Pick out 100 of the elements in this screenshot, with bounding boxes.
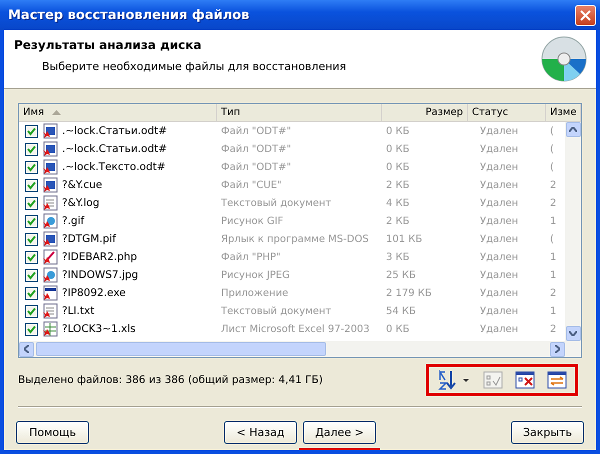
column-header[interactable]: Изме bbox=[546, 104, 581, 121]
deleted-file-icon bbox=[42, 249, 58, 265]
file-checkbox[interactable] bbox=[25, 142, 38, 156]
scroll-down-icon[interactable] bbox=[569, 331, 577, 336]
file-checkbox[interactable] bbox=[25, 304, 38, 318]
close-icon bbox=[580, 10, 591, 20]
file-modified: 1 bbox=[549, 216, 556, 226]
disc-icon bbox=[540, 35, 588, 83]
file-size: 54 КБ bbox=[385, 306, 417, 316]
back-button[interactable]: < Назад bbox=[224, 421, 297, 444]
file-checkbox[interactable] bbox=[25, 160, 38, 174]
file-name: ?LOCK3~1.xls bbox=[62, 323, 136, 335]
uncheck-list-button[interactable] bbox=[515, 371, 535, 389]
file-name: .~lock.Тексто.odt# bbox=[62, 161, 166, 173]
sort-button[interactable] bbox=[437, 370, 471, 390]
deleted-file-icon bbox=[42, 285, 58, 301]
file-type: Файл "ODT#" bbox=[220, 144, 292, 154]
file-status: Удален bbox=[479, 180, 520, 190]
file-modified: ( bbox=[549, 126, 555, 136]
file-name: ?DTGM.pif bbox=[62, 233, 116, 245]
file-status: Удален bbox=[479, 198, 520, 208]
file-status: Удален bbox=[479, 126, 520, 136]
scroll-left-icon[interactable] bbox=[24, 345, 29, 353]
file-checkbox[interactable] bbox=[25, 214, 38, 228]
file-name: ?INDOWS7.jpg bbox=[62, 269, 138, 281]
file-size: 0 КБ bbox=[385, 144, 411, 154]
file-status: Удален bbox=[479, 288, 520, 298]
deleted-file-icon bbox=[42, 177, 58, 193]
file-checkbox[interactable] bbox=[25, 124, 38, 138]
file-size: 2 КБ bbox=[385, 180, 411, 190]
file-type: Лист Microsoft Excel 97-2003 bbox=[220, 324, 371, 334]
file-checkbox[interactable] bbox=[25, 250, 38, 264]
deleted-file-icon bbox=[42, 159, 58, 175]
check-list-button[interactable] bbox=[483, 371, 503, 389]
file-size: 3 КБ bbox=[385, 252, 411, 262]
next-button[interactable]: Далее > bbox=[303, 421, 376, 444]
column-header[interactable]: Статус bbox=[468, 104, 546, 121]
close-button[interactable] bbox=[575, 4, 596, 26]
file-status: Удален bbox=[479, 324, 520, 334]
file-status: Удален bbox=[479, 162, 520, 172]
vertical-scrollbar[interactable] bbox=[565, 122, 581, 341]
file-type: Ярлык к программе MS-DOS bbox=[220, 234, 370, 244]
horizontal-scrollbar[interactable] bbox=[19, 341, 581, 357]
file-name: ?&Y.log bbox=[62, 197, 100, 209]
file-type: Рисунок JPEG bbox=[220, 270, 291, 280]
file-size: 0 КБ bbox=[385, 126, 411, 136]
file-status: Удален bbox=[479, 306, 520, 316]
file-modified: 2 bbox=[549, 198, 556, 208]
file-name: ?LI.txt bbox=[62, 305, 94, 317]
scroll-right-icon[interactable] bbox=[555, 345, 560, 353]
file-modified: 2 bbox=[549, 180, 556, 190]
file-modified: 1 bbox=[549, 306, 556, 316]
file-type: Файл "PHP" bbox=[220, 252, 282, 262]
file-size: 2 179 КБ bbox=[385, 288, 433, 298]
file-name: .~lock.Статьи.odt# bbox=[62, 143, 168, 155]
page-subtitle: Выберите необходимые файлы для восстановления bbox=[42, 60, 346, 73]
file-type: Файл "ODT#" bbox=[220, 162, 292, 172]
file-type: Текстовый документ bbox=[220, 198, 332, 208]
page-title: Результаты анализа диска bbox=[14, 38, 203, 52]
column-header[interactable]: Размер bbox=[382, 104, 468, 121]
deleted-file-icon bbox=[42, 321, 58, 337]
window-title: Мастер восстановления файлов bbox=[8, 8, 250, 22]
deleted-file-icon bbox=[42, 195, 58, 211]
file-modified: ( bbox=[549, 144, 555, 154]
file-modified: 1 bbox=[549, 252, 556, 262]
file-size: 2 КБ bbox=[385, 216, 411, 226]
file-size: 0 КБ bbox=[385, 324, 411, 334]
file-status: Удален bbox=[479, 252, 520, 262]
file-size: 4 КБ bbox=[385, 198, 411, 208]
file-size: 25 КБ bbox=[385, 270, 417, 280]
file-type: Текстовый документ bbox=[220, 306, 332, 316]
help-button[interactable]: Помощь bbox=[16, 421, 89, 444]
file-checkbox[interactable] bbox=[25, 178, 38, 192]
file-checkbox[interactable] bbox=[25, 232, 38, 246]
file-checkbox[interactable] bbox=[25, 322, 38, 336]
file-status: Удален bbox=[479, 144, 520, 154]
deleted-file-icon bbox=[42, 303, 58, 319]
file-checkbox[interactable] bbox=[25, 286, 38, 300]
close-button[interactable]: Закрыть bbox=[511, 421, 584, 444]
file-modified: ( bbox=[549, 234, 555, 244]
column-header[interactable]: Имя bbox=[19, 104, 217, 121]
file-size: 0 КБ bbox=[385, 162, 411, 172]
file-checkbox[interactable] bbox=[25, 196, 38, 210]
file-name: ?IP8092.exe bbox=[62, 287, 126, 299]
file-type: Файл "ODT#" bbox=[220, 126, 292, 136]
file-name: ?.gif bbox=[62, 215, 84, 227]
invert-selection-button[interactable] bbox=[547, 371, 567, 389]
file-status: Удален bbox=[479, 270, 520, 280]
file-size: 101 КБ bbox=[385, 234, 424, 244]
file-name: ?&Y.cue bbox=[62, 179, 102, 191]
file-modified: ( bbox=[549, 162, 555, 172]
deleted-file-icon bbox=[42, 123, 58, 139]
column-header[interactable]: Тип bbox=[217, 104, 382, 121]
file-checkbox[interactable] bbox=[25, 268, 38, 282]
file-modified: 2 bbox=[549, 288, 556, 298]
selection-summary: Выделено файлов: 386 из 386 (общий размер: 4,41 ГБ) bbox=[18, 374, 323, 386]
scroll-up-icon[interactable] bbox=[569, 127, 577, 132]
file-name: ?IDEBAR2.php bbox=[62, 251, 138, 263]
file-type: Рисунок GIF bbox=[220, 216, 284, 226]
deleted-file-icon bbox=[42, 213, 58, 229]
